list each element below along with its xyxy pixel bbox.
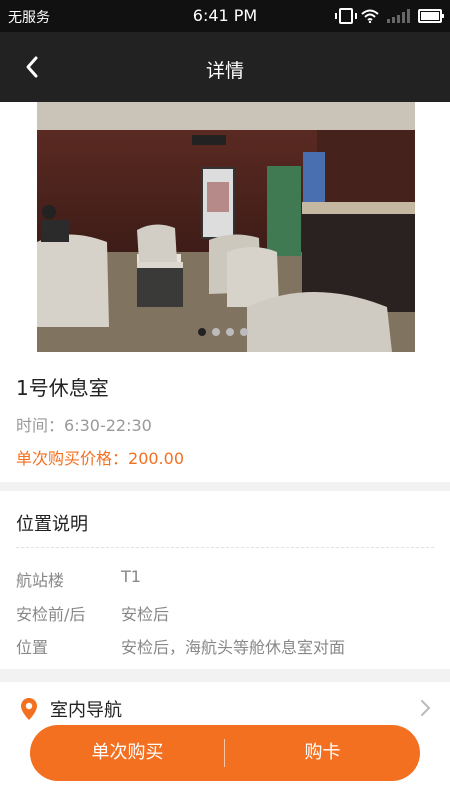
location-row-key: 安检前/后 <box>16 605 86 624</box>
carousel-dot[interactable] <box>212 328 220 336</box>
battery-icon <box>418 9 444 23</box>
top-nav-bar: 详情 <box>0 32 450 102</box>
carousel-indicator <box>198 328 248 336</box>
location-row-key: 位置 <box>16 638 49 657</box>
indoor-navigation-label: 室内导航 <box>50 700 122 721</box>
location-row-value: 安检后 <box>121 605 170 624</box>
opening-hours-value: 6:30-22:30 <box>64 416 152 435</box>
page-title: 详情 <box>205 60 244 82</box>
carousel-dot[interactable] <box>240 328 248 336</box>
status-icons <box>335 8 444 24</box>
photo-carousel[interactable] <box>0 102 450 354</box>
chevron-right-icon <box>418 698 432 718</box>
lounge-photo <box>37 102 415 352</box>
map-pin-icon <box>20 697 38 721</box>
carousel-dot[interactable] <box>226 328 234 336</box>
purchase-action-bar: 单次购买 购卡 <box>30 725 420 781</box>
buy-card-button[interactable]: 购卡 <box>225 725 420 781</box>
wifi-icon <box>361 9 379 23</box>
carousel-dot[interactable] <box>198 328 206 336</box>
single-price: 单次购买价格：200.00 <box>16 445 184 469</box>
lounge-name: 1号休息室 <box>16 376 109 400</box>
location-section: 位置说明 航站楼 T1 安检前/后 安检后 位置 安检后，海航头等舱休息室对面 <box>0 491 450 669</box>
location-row-key: 航站楼 <box>16 571 65 590</box>
single-buy-button[interactable]: 单次购买 <box>30 725 225 781</box>
signal-icon <box>387 9 410 23</box>
location-section-title: 位置说明 <box>16 514 88 535</box>
opening-hours: 时间：6:30-22:30 <box>16 412 152 436</box>
location-row-value: 安检后，海航头等舱休息室对面 <box>121 638 346 657</box>
location-row-value: T1 <box>121 567 141 586</box>
opening-hours-label: 时间： <box>16 416 65 435</box>
lounge-info-card: 1号休息室 时间：6:30-22:30 单次购买价格：200.00 <box>0 354 450 482</box>
single-price-label: 单次购买价格： <box>16 449 129 468</box>
status-bar: 无服务 6:41 PM <box>0 0 450 32</box>
vibrate-icon <box>335 8 357 24</box>
single-price-value: 200.00 <box>128 449 184 468</box>
divider <box>16 547 434 548</box>
